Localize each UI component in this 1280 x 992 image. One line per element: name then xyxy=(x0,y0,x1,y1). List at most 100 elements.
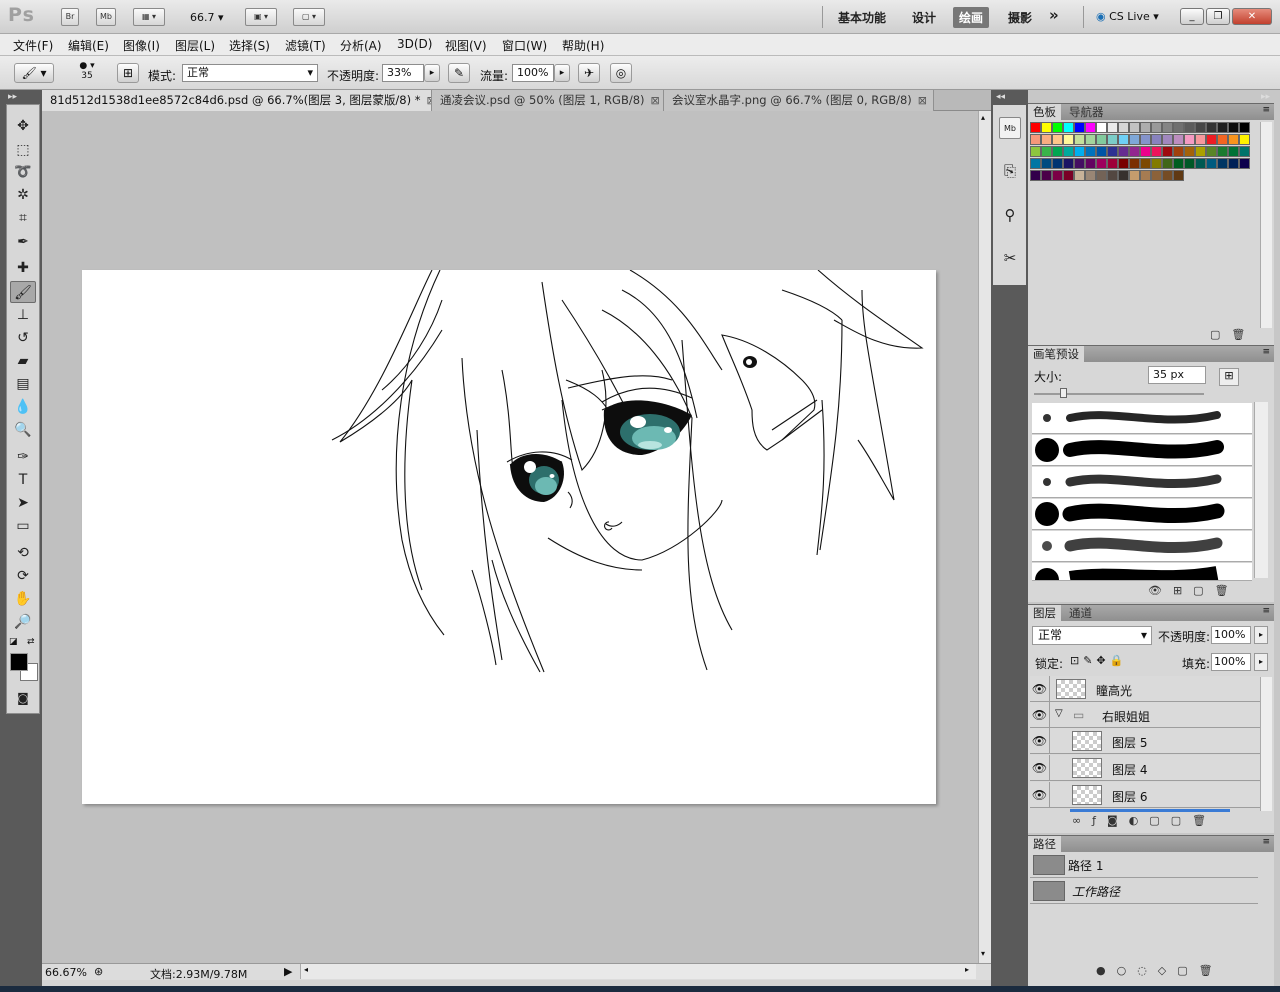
color-swatch[interactable] xyxy=(1074,158,1085,169)
minimize-button[interactable]: _ xyxy=(1180,8,1204,25)
color-swatch[interactable] xyxy=(1173,122,1184,133)
color-swatch[interactable] xyxy=(1052,122,1063,133)
visibility-eye-icon[interactable]: 👁 xyxy=(1030,755,1050,781)
default-colors-icon[interactable]: ◪ xyxy=(9,637,18,647)
eyedropper-tool-icon[interactable]: ✒ xyxy=(10,231,36,253)
color-swatch[interactable] xyxy=(1239,158,1250,169)
color-swatch[interactable] xyxy=(1162,134,1173,145)
color-swatch[interactable] xyxy=(1162,146,1173,157)
tablet-size-button[interactable]: ◎ xyxy=(610,63,632,83)
brush-preset-item[interactable] xyxy=(1032,435,1252,466)
pen-tool-icon[interactable]: ✑ xyxy=(10,446,36,468)
flow-slider-toggle[interactable]: ▸ xyxy=(554,64,570,82)
color-swatch[interactable] xyxy=(1129,122,1140,133)
collapse-panels-icon[interactable]: ▸▸ xyxy=(1261,92,1270,102)
color-swatch[interactable] xyxy=(1173,170,1184,181)
color-swatch[interactable] xyxy=(1217,134,1228,145)
color-swatch[interactable] xyxy=(1052,158,1063,169)
scroll-right-arrow-icon[interactable]: ▸ xyxy=(965,965,969,974)
gradient-tool-icon[interactable]: ▤ xyxy=(10,373,36,395)
view-extras-button[interactable]: ▦ ▾ xyxy=(133,8,165,26)
color-swatch[interactable] xyxy=(1107,122,1118,133)
color-swatch[interactable] xyxy=(1041,134,1052,145)
color-swatch[interactable] xyxy=(1118,158,1129,169)
tab-document-2[interactable]: 通凌会议.psd @ 50% (图层 1, RGB/8) ⊠ xyxy=(432,90,664,111)
brush-preset-item[interactable] xyxy=(1032,563,1252,581)
cs-live-menu[interactable]: ◉ CS Live ▾ xyxy=(1096,10,1159,23)
scroll-left-arrow-icon[interactable]: ◂ xyxy=(304,965,308,974)
color-swatch[interactable] xyxy=(1184,134,1195,145)
flow-input[interactable]: 100% xyxy=(512,64,554,82)
scroll-up-arrow-icon[interactable]: ▴ xyxy=(981,113,985,122)
menu-view[interactable]: 视图(V) xyxy=(445,37,487,54)
mini-bridge-button[interactable]: Mb xyxy=(96,8,116,26)
workspace-painting[interactable]: 绘画 xyxy=(953,7,990,28)
tab-channels[interactable]: 通道 xyxy=(1064,605,1097,622)
tab-layers[interactable]: 图层 xyxy=(1028,605,1061,622)
layer-opacity-input[interactable]: 100% xyxy=(1211,626,1251,644)
tab-paths[interactable]: 路径 xyxy=(1028,836,1061,853)
panel-menu-icon[interactable]: ≡ xyxy=(1262,837,1270,847)
color-swatch[interactable] xyxy=(1228,158,1239,169)
arrange-documents-button[interactable]: ▣ ▾ xyxy=(245,8,277,26)
color-swatch[interactable] xyxy=(1096,146,1107,157)
menu-help[interactable]: 帮助(H) xyxy=(562,37,604,54)
workspace-design[interactable]: 设计 xyxy=(912,9,936,26)
tab-document-3[interactable]: 会议室水晶字.png @ 66.7% (图层 0, RGB/8) ⊠ xyxy=(664,90,934,111)
status-menu-arrow-icon[interactable]: ▶ xyxy=(284,965,292,978)
path-select-tool-icon[interactable]: ➤ xyxy=(10,492,36,514)
color-swatch[interactable] xyxy=(1030,134,1041,145)
fill-slider-toggle[interactable]: ▸ xyxy=(1254,653,1268,671)
history-brush-tool-icon[interactable]: ↺ xyxy=(10,327,36,349)
color-swatch[interactable] xyxy=(1173,134,1184,145)
crop-tool-icon[interactable]: ⌗ xyxy=(10,207,36,229)
blur-tool-icon[interactable]: 💧 xyxy=(10,396,36,418)
color-swatch[interactable] xyxy=(1228,122,1239,133)
close-tab-icon[interactable]: ⊠ xyxy=(651,94,660,107)
color-swatch[interactable] xyxy=(1162,158,1173,169)
color-swatch[interactable] xyxy=(1052,170,1063,181)
type-tool-icon[interactable]: T xyxy=(10,469,36,491)
color-swatch[interactable] xyxy=(1096,158,1107,169)
menu-image[interactable]: 图像(I) xyxy=(123,37,160,54)
color-swatch[interactable] xyxy=(1184,146,1195,157)
color-swatch[interactable] xyxy=(1041,146,1052,157)
color-swatch[interactable] xyxy=(1074,122,1085,133)
workspace-photography[interactable]: 摄影 xyxy=(1008,9,1032,26)
color-swatch[interactable] xyxy=(1118,134,1129,145)
color-swatch[interactable] xyxy=(1085,134,1096,145)
color-swatch[interactable] xyxy=(1085,170,1096,181)
color-swatch[interactable] xyxy=(1030,122,1041,133)
color-swatch[interactable] xyxy=(1085,146,1096,157)
color-swatch[interactable] xyxy=(1228,146,1239,157)
color-swatch[interactable] xyxy=(1030,158,1041,169)
more-workspaces-button[interactable]: » xyxy=(1049,6,1059,24)
quick-select-tool-icon[interactable]: ✲ xyxy=(10,184,36,206)
color-swatch[interactable] xyxy=(1151,158,1162,169)
visibility-eye-icon[interactable]: 👁 xyxy=(1030,728,1050,754)
color-swatch[interactable] xyxy=(1041,122,1052,133)
brush-panel-toggle[interactable]: ⊞ xyxy=(117,63,139,83)
color-swatch[interactable] xyxy=(1096,122,1107,133)
color-swatch[interactable] xyxy=(1129,134,1140,145)
zoom-level[interactable]: 66.7 ▾ xyxy=(190,11,224,24)
document-canvas[interactable] xyxy=(82,270,936,804)
clone-stamp-tool-icon[interactable]: ⊥ xyxy=(10,304,36,326)
brush-list-scrollbar[interactable] xyxy=(1254,402,1268,578)
color-swatch[interactable] xyxy=(1107,158,1118,169)
color-swatch[interactable] xyxy=(1085,122,1096,133)
color-swatch[interactable] xyxy=(1041,158,1052,169)
layer-row[interactable]: 👁 图层 5 xyxy=(1030,728,1260,754)
color-swatch[interactable] xyxy=(1140,146,1151,157)
color-swatch[interactable] xyxy=(1096,170,1107,181)
color-swatch[interactable] xyxy=(1228,134,1239,145)
color-swatch[interactable] xyxy=(1239,134,1250,145)
collapse-dock-icon[interactable]: ◂◂ xyxy=(996,92,1005,102)
color-swatch[interactable] xyxy=(1184,122,1195,133)
opacity-input[interactable]: 33% xyxy=(382,64,424,82)
layer-footer-icons[interactable]: ∞ƒ◙◐▢▢🗑 xyxy=(1072,814,1217,827)
color-swatch[interactable] xyxy=(1151,134,1162,145)
path-footer-icons[interactable]: ●○◌◇▢🗑 xyxy=(1096,964,1224,977)
menu-file[interactable]: 文件(F) xyxy=(13,37,53,54)
layer-group-row[interactable]: 👁 ▽ ▭ 右眼姐姐 xyxy=(1030,702,1260,728)
